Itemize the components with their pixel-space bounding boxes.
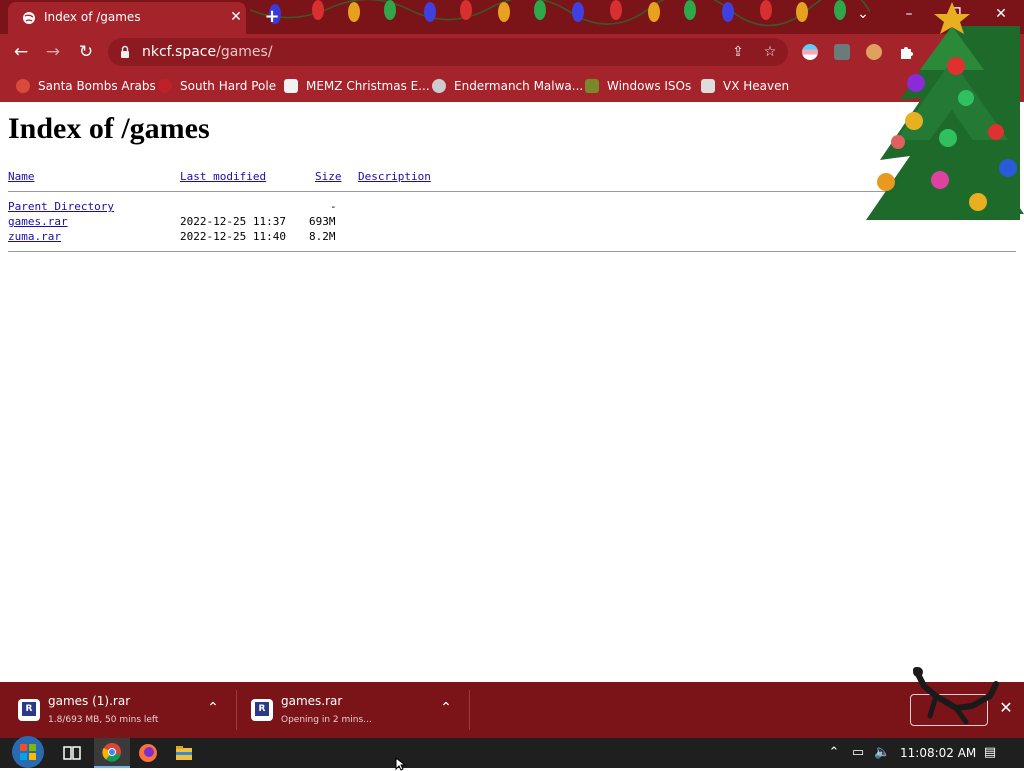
tree-icon [585,79,599,93]
download-filename: games (1).rar [48,694,131,708]
task-view-icon[interactable] [61,742,83,764]
taskbar-clock[interactable]: 11:08:02 AM [900,746,976,760]
chevron-up-icon[interactable]: ⌃ [204,700,222,716]
bookmark-south-hard-pole[interactable]: South Hard Pole [158,77,276,95]
row-size: 8.2M [309,230,336,243]
chrome-taskbar-button[interactable] [94,738,130,768]
close-downloads-icon[interactable]: ✕ [996,698,1016,717]
column-header-size[interactable]: Size [315,170,342,183]
firefox-icon[interactable] [137,742,159,764]
download-item[interactable]: R games (1).rar 1.8/693 MB, 50 mins left… [0,682,236,738]
chrome-icon [102,743,121,762]
divider-bottom [8,251,1016,252]
bookmark-santa-bombs-arabs[interactable]: Santa Bombs Arabs [16,77,156,95]
column-header-name[interactable]: Name [8,170,35,183]
file-link-zuma-rar[interactable]: zuma.rar [8,230,61,243]
bookmark-label: Santa Bombs Arabs [38,79,156,93]
running-figure-decoration [913,667,999,725]
christmas-lights-decoration [250,0,870,27]
active-tab[interactable]: Index of /games ✕ [8,2,246,34]
parent-directory-link[interactable]: Parent Directory [8,200,114,213]
bookmark-windows-isos[interactable]: Windows ISOs [585,77,691,95]
url-path: /games/ [216,44,273,60]
download-filename: games.rar [281,694,343,708]
rar-archive-icon: R [251,699,273,721]
volume-icon[interactable]: 🔈 [874,745,890,760]
file-link-games-rar[interactable]: games.rar [8,215,68,228]
flower-icon [158,79,172,93]
bookmark-memz-christmas[interactable]: MEMZ Christmas E... [284,77,430,95]
windows-taskbar: ⌃ ▭ 🔈 11:08:02 AM ▤ [0,736,1024,768]
bookmark-label: MEMZ Christmas E... [306,79,430,93]
extension-s-icon[interactable] [834,44,850,60]
start-button[interactable] [10,734,46,770]
bookmark-label: South Hard Pole [180,79,277,93]
bookmark-star-icon[interactable]: ☆ [762,44,778,60]
address-bar[interactable]: nkcf.space/games/ ⇪ ☆ [108,38,788,66]
bookmark-label: VX Heaven [723,79,790,93]
santa-icon [16,79,30,93]
download-separator [469,690,470,730]
download-status: 1.8/693 MB, 50 mins left [48,715,159,725]
lock-icon[interactable] [120,45,130,59]
row-size: - [330,200,337,213]
row-modified: 2022-12-25 11:40 [180,230,286,243]
memz-icon [284,79,298,93]
close-tab-icon[interactable]: ✕ [228,9,244,25]
globe-icon [23,12,35,24]
file-explorer-icon[interactable] [173,742,195,764]
new-tab-button[interactable]: + [262,6,282,27]
show-hidden-icons-icon[interactable]: ⌃ [826,745,842,760]
tab-title: Index of /games [44,10,141,24]
network-icon[interactable]: ▭ [850,745,866,760]
download-status: Opening in 2 mins... [281,715,372,725]
download-item[interactable]: R games.rar Opening in 2 mins... ⌃ [233,682,469,738]
page-heading: Index of /games [8,112,210,145]
extension-flag-icon[interactable] [802,44,818,60]
bookmark-label: Endermanch Malwa... [454,79,584,93]
reload-button[interactable]: ↻ [75,41,97,63]
raccoon-icon [432,79,446,93]
back-button[interactable]: ← [10,41,32,63]
bookmark-endermanch-malware[interactable]: Endermanch Malwa... [432,77,583,95]
mouse-cursor-icon [395,757,407,771]
column-header-last-modified[interactable]: Last modified [180,170,266,183]
url-text[interactable]: nkcf.space/games/ [142,44,273,60]
chevron-up-icon[interactable]: ⌃ [437,700,455,716]
row-size: 693M [309,215,336,228]
vx-heaven-icon [701,79,715,93]
rar-archive-icon: R [18,699,40,721]
share-icon[interactable]: ⇪ [730,44,746,60]
bookmark-vx-heaven[interactable]: VX Heaven [701,77,789,95]
forward-button[interactable]: → [42,41,64,63]
row-modified: 2022-12-25 11:37 [180,215,286,228]
notifications-icon[interactable]: ▤ [982,745,998,760]
downloads-shelf: R games (1).rar 1.8/693 MB, 50 mins left… [0,667,1024,738]
christmas-tree-decoration [866,2,1024,220]
url-host: nkcf.space [142,44,217,60]
bookmark-label: Windows ISOs [607,79,692,93]
column-header-description[interactable]: Description [358,170,431,183]
